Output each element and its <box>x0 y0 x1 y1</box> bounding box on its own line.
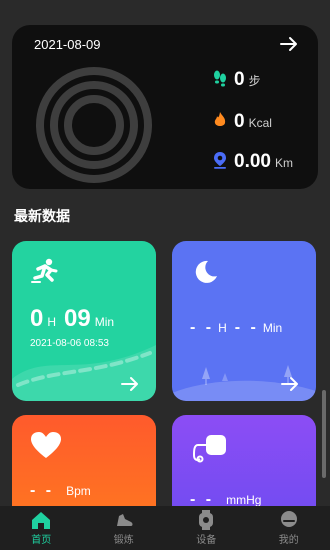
steps-metric: 0 步 <box>214 69 261 91</box>
nav-item-device[interactable]: 设备 <box>176 510 236 546</box>
footprints-icon <box>214 70 226 87</box>
calories-value: 0 <box>234 111 245 132</box>
home-icon <box>32 512 51 529</box>
shoe-icon <box>116 514 133 526</box>
steps-unit: 步 <box>248 74 261 88</box>
sleep-card[interactable]: - - H - - Min <box>172 241 316 401</box>
distance-metric: 0.00 Km <box>214 151 293 173</box>
watch-icon <box>199 510 214 530</box>
blood-pressure-monitor-icon <box>192 435 226 463</box>
activity-rings <box>36 67 152 183</box>
nav-item-exercise[interactable]: 锻炼 <box>94 510 154 546</box>
location-pin-icon <box>214 152 226 169</box>
sleep-hours-unit: H <box>218 321 227 335</box>
heart-icon <box>31 432 61 458</box>
sleep-minutes: - - <box>234 319 259 336</box>
section-title: 最新数据 <box>14 208 70 224</box>
nav-item-home[interactable]: 首页 <box>11 510 71 546</box>
sleep-minutes-unit: Min <box>262 321 283 335</box>
heart-rate-value: - - <box>30 482 55 499</box>
arrow-right-icon[interactable] <box>120 375 140 393</box>
arrow-right-icon[interactable] <box>278 33 300 55</box>
steps-value: 0 <box>234 69 245 90</box>
bottom-navigation: 首页 锻炼 设备 我的 <box>0 506 330 550</box>
nav-item-profile[interactable]: 我的 <box>259 510 319 546</box>
nav-label-device: 设备 <box>196 535 217 546</box>
running-person-icon <box>31 258 58 283</box>
blood-pressure-unit: mmHg <box>226 493 262 507</box>
nav-label-exercise: 锻炼 <box>113 535 134 546</box>
calories-metric: 0 Kcal <box>214 111 272 133</box>
profile-icon <box>280 511 297 527</box>
summary-date: 2021-08-09 <box>34 37 101 52</box>
exercise-card[interactable]: 0 H 09 Min 2021-08-06 08:53 <box>12 241 156 401</box>
exercise-hours-unit: H <box>47 315 57 329</box>
heart-rate-unit: Bpm <box>66 484 91 498</box>
moon-icon <box>195 260 217 283</box>
exercise-minutes-unit: Min <box>94 315 115 329</box>
flame-icon <box>214 112 226 126</box>
exercise-duration: 0 H 09 Min <box>30 305 114 333</box>
distance-unit: Km <box>274 156 293 170</box>
sleep-hours: - - <box>190 319 215 336</box>
heart-rate-value-group: - - Bpm <box>30 482 91 500</box>
nav-label-home: 首页 <box>31 535 52 546</box>
exercise-hours: 0 <box>30 305 44 332</box>
nav-label-profile: 我的 <box>278 535 299 546</box>
calories-unit: Kcal <box>248 116 272 130</box>
exercise-minutes: 09 <box>64 305 91 332</box>
distance-value: 0.00 <box>234 151 271 172</box>
sleep-duration: - - H - - Min <box>190 319 282 337</box>
activity-summary-card[interactable]: 2021-08-09 0 步 0 Kcal 0.00 Km <box>12 25 318 189</box>
arrow-right-icon[interactable] <box>280 375 300 393</box>
scrollbar[interactable] <box>322 390 326 478</box>
